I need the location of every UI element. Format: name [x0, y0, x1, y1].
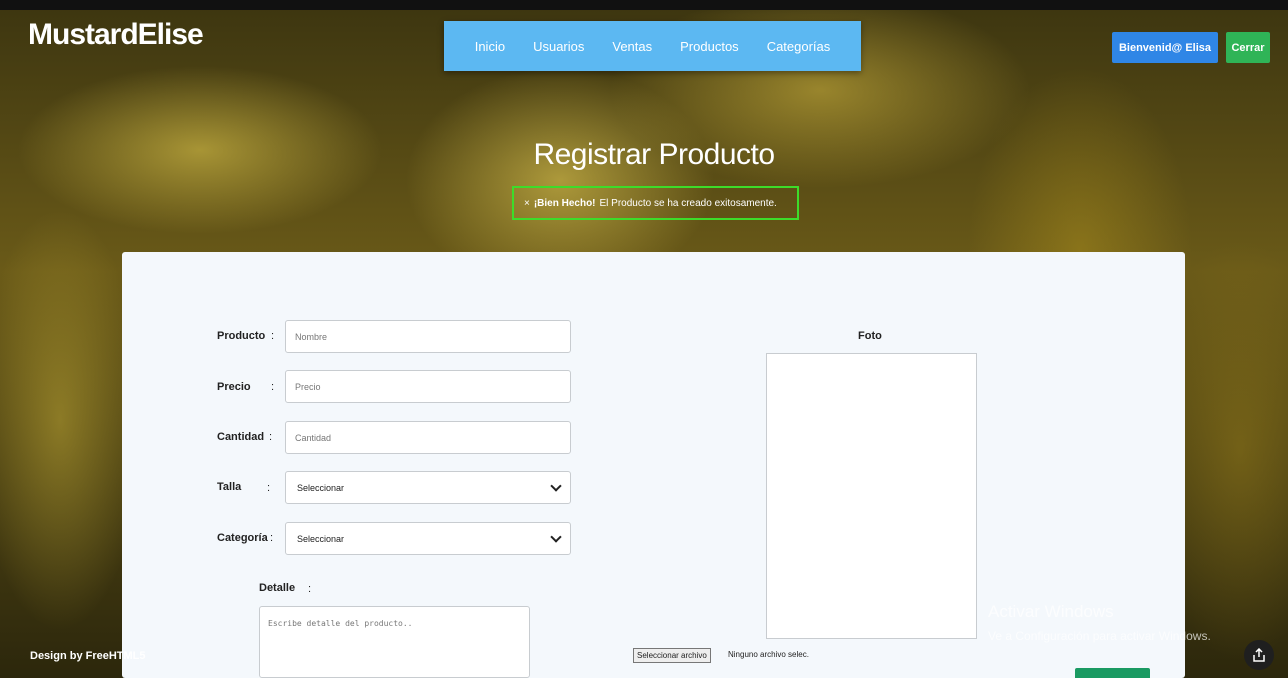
- categoria-select[interactable]: Seleccionar: [285, 522, 571, 555]
- footer-credit[interactable]: Design by FreeHTML5: [30, 650, 146, 662]
- share-icon: [1253, 648, 1265, 662]
- success-alert: × ¡Bien Hecho! El Producto se ha creado …: [512, 186, 799, 220]
- precio-label: Precio: [217, 381, 251, 393]
- browser-top-strip: [0, 0, 1288, 10]
- windows-activation-subtitle: Ve a Configuración para activar Windows.: [988, 629, 1211, 643]
- producto-input[interactable]: Nombre: [285, 320, 571, 353]
- chevron-down-icon: [550, 479, 562, 492]
- detalle-colon: :: [308, 583, 312, 595]
- talla-colon: :: [267, 482, 271, 494]
- cantidad-colon: :: [269, 431, 273, 443]
- categoria-select-value: Seleccionar: [297, 533, 345, 544]
- nav-item-ventas[interactable]: Ventas: [598, 39, 666, 54]
- file-status-text: Ninguno archivo selec.: [728, 650, 809, 659]
- welcome-user-button[interactable]: Bienvenid@ Elisa: [1112, 32, 1218, 63]
- cantidad-label: Cantidad: [217, 431, 265, 443]
- file-select-button[interactable]: Seleccionar archivo: [633, 648, 711, 663]
- alert-message: El Producto se ha creado exitosamente.: [599, 197, 777, 209]
- windows-activation-title: Activar Windows: [988, 602, 1114, 621]
- page-title: Registrar Producto: [533, 138, 775, 171]
- precio-colon: :: [271, 381, 275, 393]
- foto-label: Foto: [858, 330, 882, 342]
- chevron-down-icon: [550, 530, 562, 543]
- cantidad-input[interactable]: Cantidad: [285, 421, 571, 454]
- brand-logo[interactable]: MustardElise: [28, 18, 204, 52]
- talla-select-value: Seleccionar: [297, 482, 345, 493]
- share-button[interactable]: [1244, 640, 1274, 670]
- alert-strong-text: ¡Bien Hecho!: [533, 197, 596, 209]
- categoria-colon: :: [270, 532, 274, 544]
- photo-preview: [766, 353, 977, 639]
- precio-input[interactable]: Precio: [285, 370, 571, 403]
- main-nav: Inicio Usuarios Ventas Productos Categor…: [444, 21, 861, 71]
- nav-item-categorias[interactable]: Categorías: [753, 39, 845, 54]
- nav-item-inicio[interactable]: Inicio: [461, 39, 519, 54]
- submit-button[interactable]: [1075, 668, 1150, 678]
- alert-close-icon[interactable]: ×: [524, 198, 530, 209]
- categoria-label: Categoría: [217, 532, 268, 544]
- logout-button[interactable]: Cerrar: [1226, 32, 1270, 63]
- producto-label: Producto: [217, 330, 266, 342]
- producto-colon: :: [271, 330, 275, 342]
- detalle-label: Detalle: [259, 582, 296, 594]
- detalle-textarea[interactable]: Escribe detalle del producto..: [259, 606, 530, 678]
- nav-item-productos[interactable]: Productos: [666, 39, 753, 54]
- talla-label: Talla: [217, 481, 242, 493]
- talla-select[interactable]: Seleccionar: [285, 471, 571, 504]
- nav-item-usuarios[interactable]: Usuarios: [519, 39, 598, 54]
